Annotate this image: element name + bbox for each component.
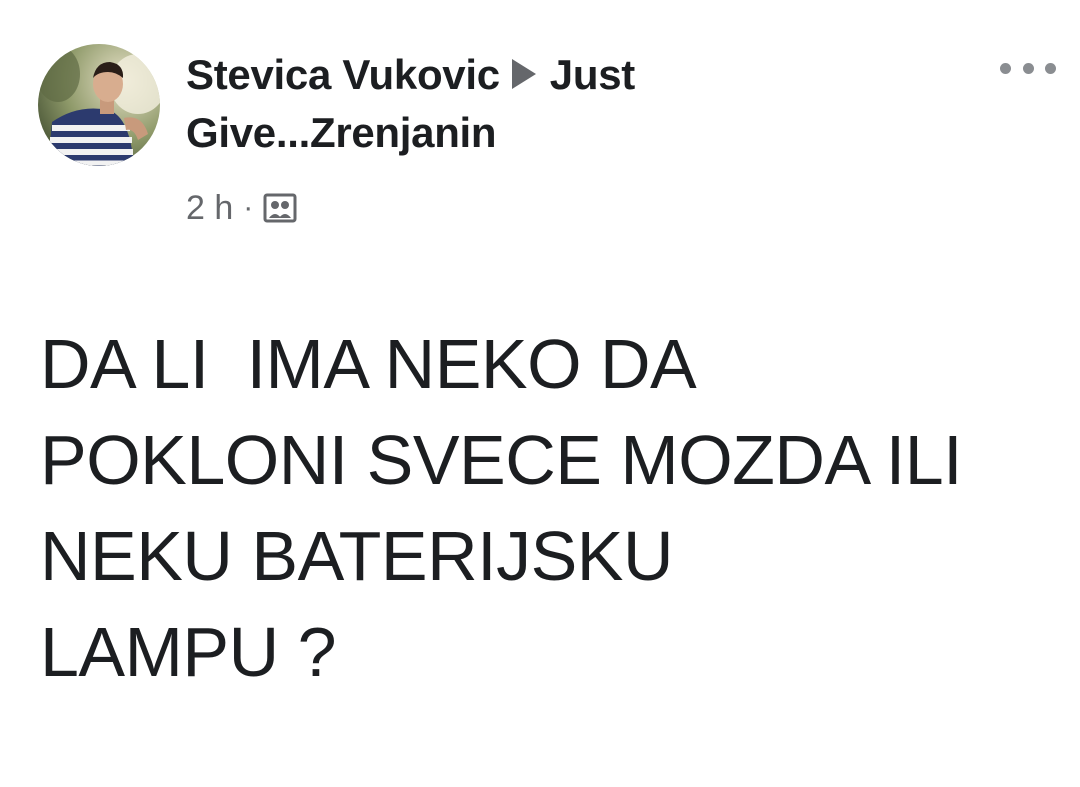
triangle-right-icon <box>511 59 536 89</box>
more-dot <box>1000 62 1011 74</box>
avatar-photo <box>38 44 160 166</box>
more-dot <box>1045 62 1056 74</box>
post-body-text: DA LI IMA NEKO DA POKLONI SVECE MOZDA IL… <box>40 325 963 691</box>
more-options-icon[interactable] <box>1000 54 1056 82</box>
avatar[interactable] <box>38 44 160 166</box>
author-name-link[interactable]: Stevica Vukovic <box>186 51 500 98</box>
group-name-link-part1[interactable]: Just <box>550 51 635 98</box>
facebook-post: Stevica Vukovic Just Give...Zrenjanin 2 h… <box>0 0 1080 787</box>
more-dot <box>1022 62 1034 74</box>
post-meta: 2 h · <box>186 186 299 230</box>
post-header: Stevica Vukovic Just Give...Zrenjanin <box>186 46 796 162</box>
timestamp-link[interactable]: 2 h <box>186 189 233 228</box>
meta-separator: · <box>243 191 254 224</box>
author-line: Stevica Vukovic Just <box>186 46 796 104</box>
group-name-link-part2[interactable]: Give...Zrenjanin <box>186 109 497 156</box>
group-line: Give...Zrenjanin <box>186 104 796 162</box>
group-audience-icon[interactable] <box>263 191 299 225</box>
